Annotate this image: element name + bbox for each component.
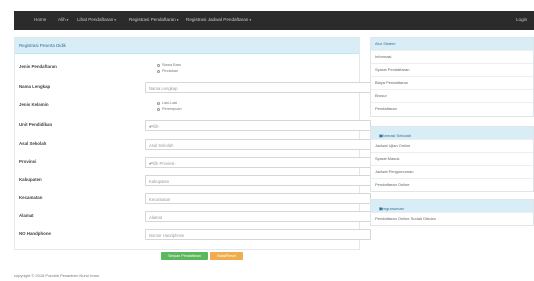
nav-login-link[interactable]: Login — [516, 17, 527, 22]
top-navbar: Home Alih▾ Lihat Pendaftaran▾ Registrasi… — [14, 11, 534, 30]
no-handphone-input[interactable]: Nomor Handphone — [145, 229, 371, 240]
nama-lengkap-input[interactable]: Nama Lengkap — [145, 82, 371, 93]
asal-sekolah-input[interactable]: Asal Sekolah — [145, 139, 371, 150]
sidebar-item-pendaftaran-online[interactable]: Pendaftaran Online — [371, 178, 533, 190]
label-jenis-pendaftaran: Jenis Pendaftaran — [19, 64, 57, 69]
registration-panel-heading: Registrasi Peserta Didik — [15, 38, 359, 54]
sidebar-alur-sistem: Alur Sistem Informasi Syarat Pendaftaran… — [370, 37, 534, 117]
sidebar-item-informasi[interactable]: Informasi — [371, 50, 533, 62]
kabupaten-input[interactable]: Kabupaten — [145, 175, 371, 186]
label-kecamatan: Kecamatan — [19, 195, 43, 200]
provinsi-select[interactable]: -Pilih Provinsi- ▾ — [145, 157, 371, 168]
alamat-input[interactable]: Alamat — [145, 211, 371, 222]
caret-down-icon: ▾ — [149, 161, 152, 166]
unit-pendidikan-select[interactable]: -Pilih- ▾ — [145, 120, 371, 131]
sidebar-pengumuman-heading: Pengumuman ▣ — [371, 200, 533, 212]
label-alamat: Alamat — [19, 213, 34, 218]
nav-item-alih[interactable]: Alih▾ — [58, 17, 68, 22]
caret-down-icon: ▾ — [114, 18, 117, 22]
info-icon: ▣ — [379, 133, 383, 138]
label-provinsi: Provinsi — [19, 159, 37, 164]
label-jenis-kelamin: Jenis Kelamin — [19, 102, 49, 107]
radio-siswa-baru[interactable]: Siswa Baru — [157, 63, 181, 67]
footer-copyright: copyright © 2016 Pondok Pesantren Nurul … — [14, 273, 99, 278]
sidebar-info-heading: Informasi Sekolah ▣ — [371, 127, 533, 139]
radio-icon — [157, 107, 160, 111]
sidebar-item-jadwal-pengumuman[interactable]: Jadwal Pengumuman — [371, 165, 533, 177]
sidebar-item-jadwal-ujian[interactable]: Jadwal Ujian Online — [371, 139, 533, 151]
sidebar-item-pendaftaran[interactable]: Pendaftaran — [371, 102, 533, 114]
sidebar-informasi-sekolah: Informasi Sekolah ▣ Jadwal Ujian Online … — [370, 126, 534, 192]
nav-home-link[interactable]: Home — [34, 17, 46, 22]
radio-perempuan[interactable]: Perempuan — [157, 107, 182, 111]
registration-panel-title: Registrasi Peserta Didik — [19, 43, 66, 48]
sidebar-item-pengumuman-online[interactable]: Pendaftaran Online Sudah Dibuka — [371, 212, 533, 224]
caret-down-icon: ▾ — [249, 18, 252, 22]
caret-down-icon: ▾ — [149, 124, 152, 129]
sidebar-item-biaya[interactable]: Biaya Pendaftaran — [371, 76, 533, 88]
radio-laki-laki[interactable]: Laki-Laki — [157, 101, 177, 105]
submit-button[interactable]: Simpan Pendaftaran — [161, 252, 208, 260]
label-kabupaten: Kabupaten — [19, 177, 42, 182]
sidebar-item-brosur[interactable]: Brosur — [371, 89, 533, 101]
nav-item-registrasi-pendaftaran[interactable]: Registrasi Pendaftaran▾ — [129, 17, 179, 22]
label-unit-pendidikan: Unit Pendidikan — [19, 122, 53, 127]
kecamatan-input[interactable]: Kecamatan — [145, 193, 371, 204]
label-no-handphone: NO Handphone — [19, 231, 51, 236]
sidebar-pengumuman: Pengumuman ▣ Pendaftaran Online Sudah Di… — [370, 199, 534, 226]
sidebar-alur-heading: Alur Sistem — [371, 38, 533, 50]
nav-item-registrasi-jadwal[interactable]: Registrasi Jadwal Pendaftaran▾ — [186, 17, 251, 22]
label-nama-lengkap: Nama Lengkap — [19, 84, 51, 89]
label-asal-sekolah: Asal Sekolah — [19, 141, 47, 146]
caret-down-icon: ▾ — [66, 18, 69, 22]
sidebar-item-syarat[interactable]: Syarat Pendaftaran — [371, 63, 533, 75]
nav-item-lihat-pendaftaran[interactable]: Lihat Pendaftaran▾ — [77, 17, 116, 22]
sidebar-item-syarat-masuk[interactable]: Syarat Masuk — [371, 152, 533, 164]
reset-button[interactable]: Batal/Reset — [210, 252, 243, 260]
info-icon: ▣ — [379, 206, 383, 211]
registration-panel: Registrasi Peserta Didik Jenis Pendaftar… — [14, 37, 371, 260]
radio-icon — [157, 63, 160, 67]
radio-icon — [157, 101, 160, 105]
radio-pindahan[interactable]: Pindahan — [157, 69, 178, 73]
caret-down-icon: ▾ — [176, 18, 179, 22]
radio-icon — [157, 69, 160, 73]
